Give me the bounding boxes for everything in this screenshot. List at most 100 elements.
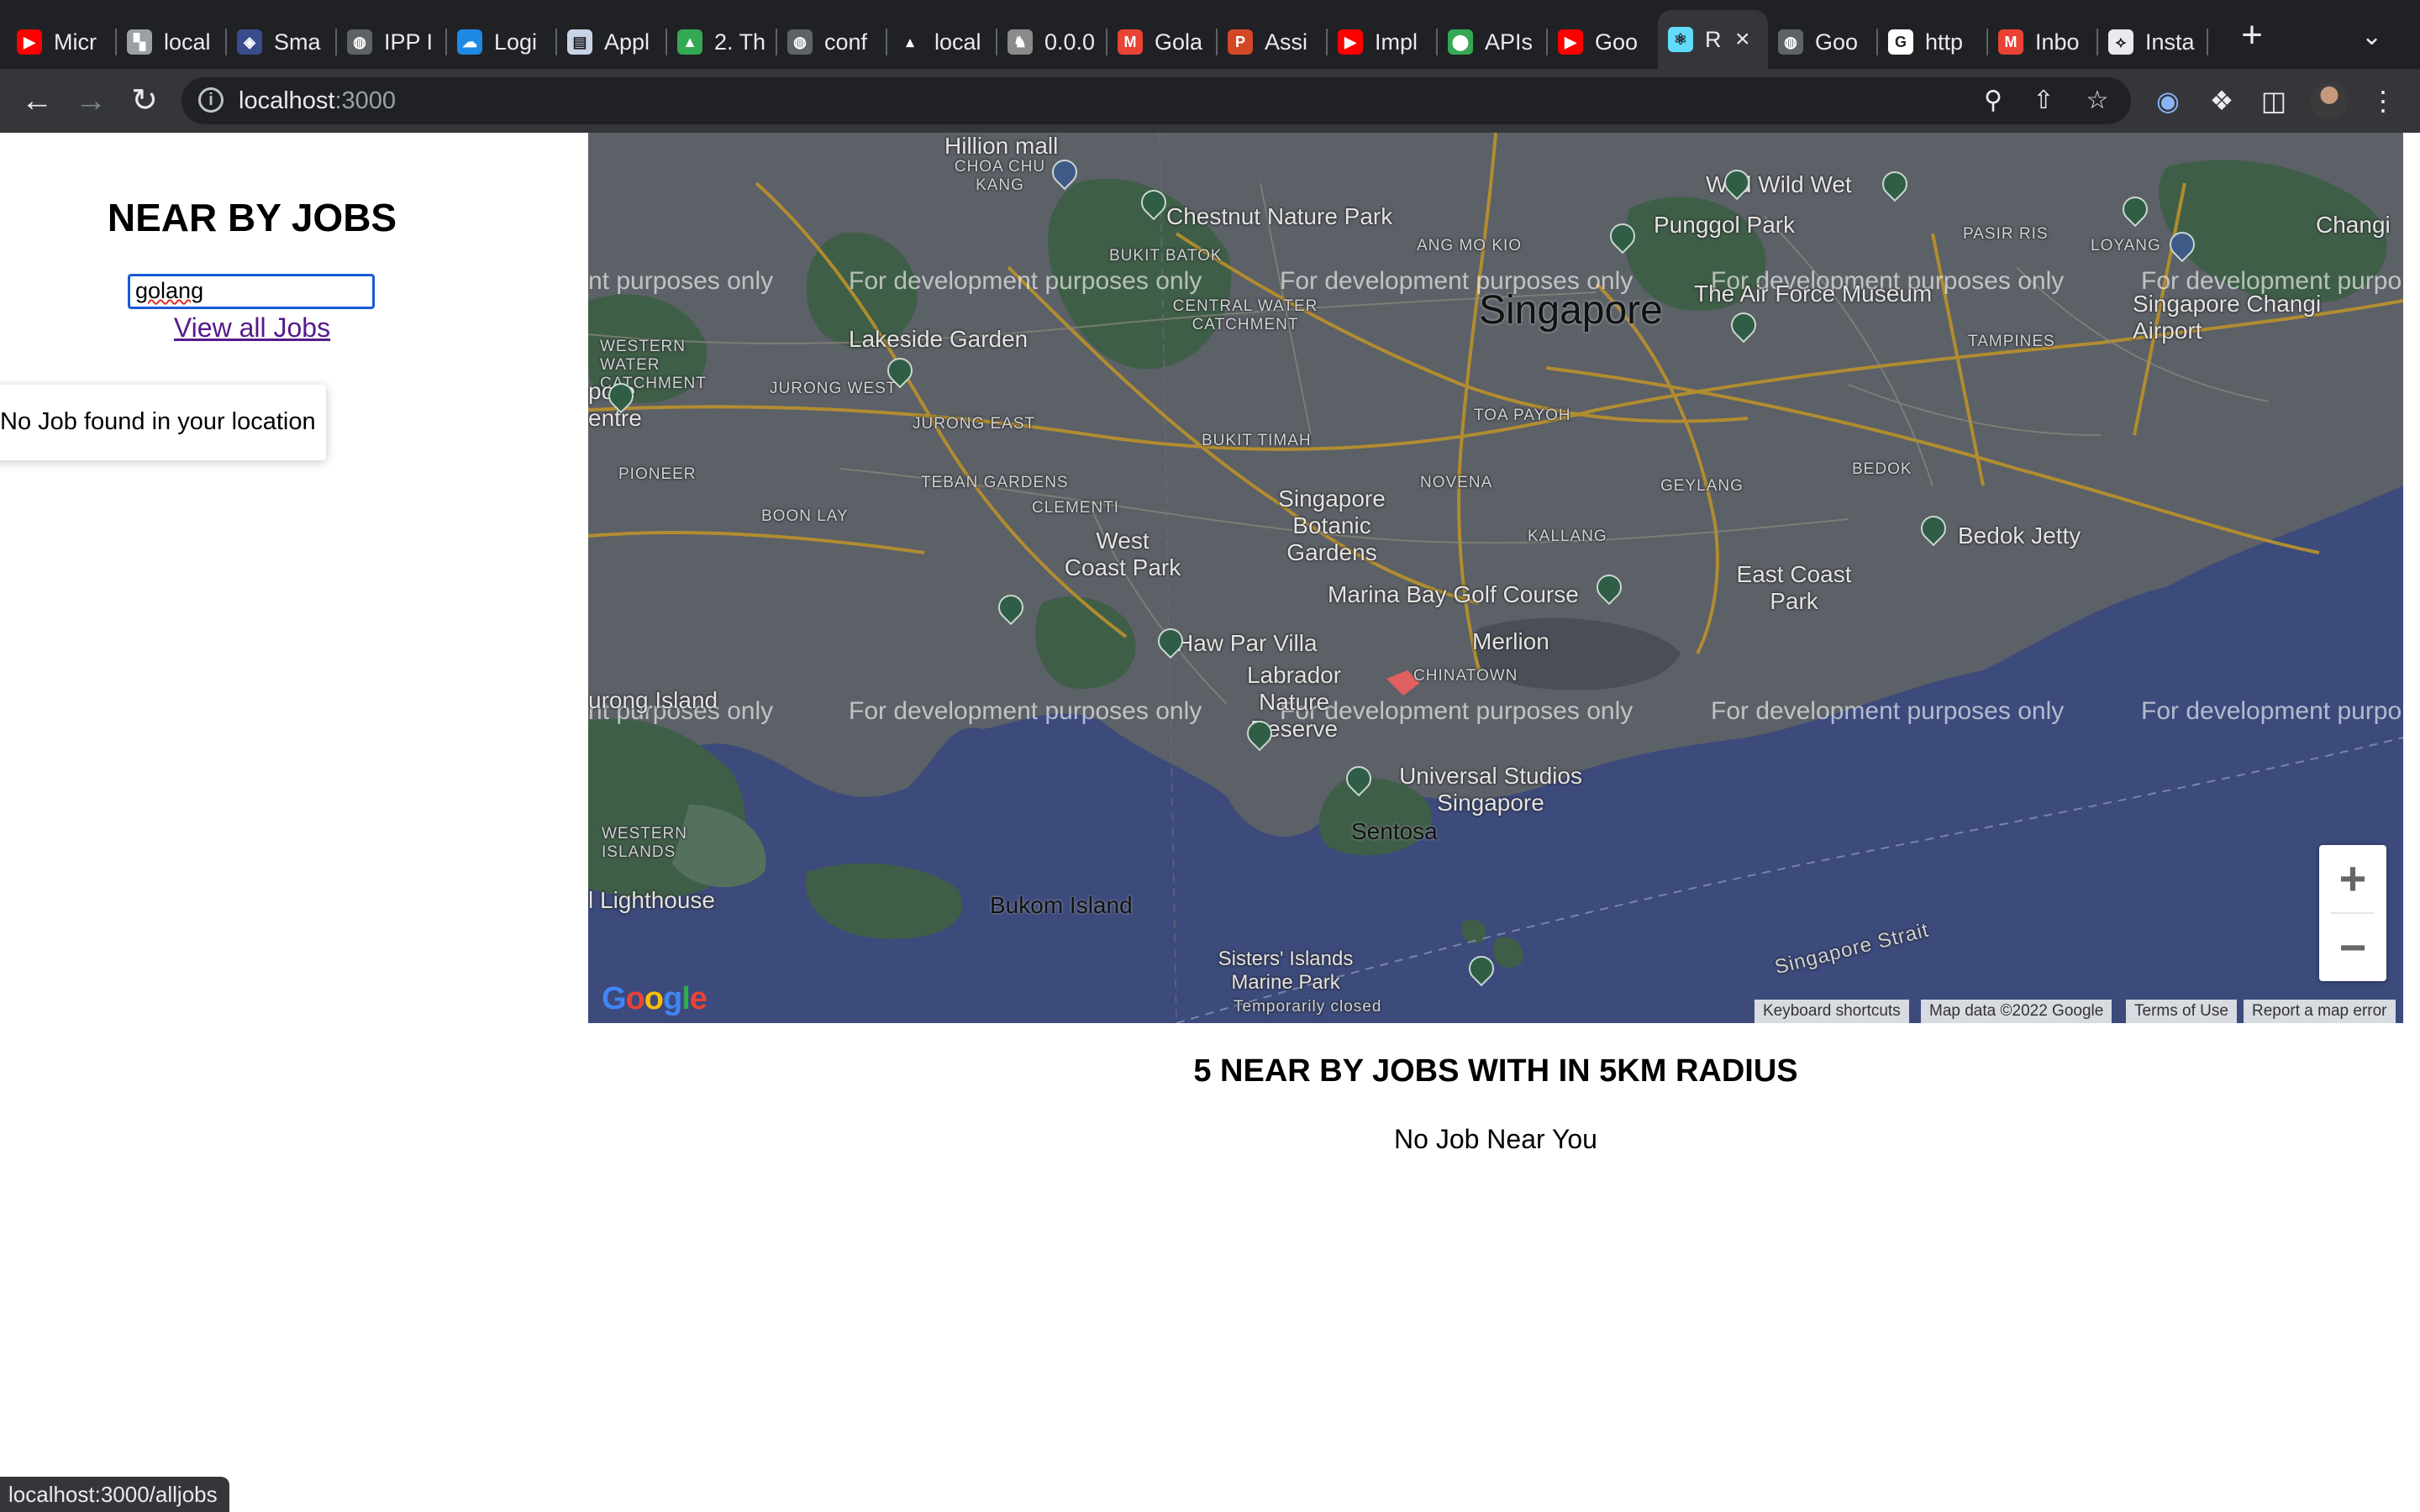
- reload-icon[interactable]: ↻: [124, 81, 165, 121]
- tab-title: R: [1705, 26, 1722, 52]
- browser-tab[interactable]: ▤ Appl: [557, 15, 667, 69]
- district-label: CHINATOWN: [1413, 667, 1518, 685]
- district-label: CHOA CHU KANG: [954, 158, 1046, 194]
- tab-title: Assi: [1265, 29, 1308, 55]
- district-label: TOA PAYOH: [1474, 407, 1571, 424]
- tab-title: 2. Th: [714, 29, 766, 55]
- tab-favicon-icon: ◍: [347, 29, 372, 55]
- district-label: BUKIT TIMAH: [1202, 432, 1312, 449]
- tab-title: IPP I: [384, 29, 434, 55]
- map-label-lighthouse: l Lighthouse: [588, 887, 716, 913]
- zoom-in-button[interactable]: +: [2319, 845, 2386, 912]
- address-bar[interactable]: i localhost:3000 ⚲ ⇧ ☆: [182, 77, 2131, 124]
- address-url[interactable]: localhost:3000: [239, 87, 396, 115]
- map-label-merlion: Merlion: [1472, 628, 1549, 654]
- tab-title: Inbo: [2035, 29, 2080, 55]
- terms-of-use-link[interactable]: Terms of Use: [2126, 1000, 2237, 1023]
- profile-avatar[interactable]: [2311, 82, 2348, 119]
- map-label-air-force-museum: The Air Force Museum: [1694, 281, 1933, 307]
- new-tab-button[interactable]: +: [2235, 17, 2269, 54]
- tab-title: Insta: [2145, 29, 2195, 55]
- browser-tab[interactable]: P Assi: [1218, 15, 1328, 69]
- map-label-labrador: Labrador Nature Reserve: [1246, 662, 1342, 742]
- tab-favicon-icon: ⚛: [1668, 27, 1693, 52]
- tab-separator: [2207, 29, 2208, 55]
- zoom-out-button[interactable]: −: [2319, 914, 2386, 981]
- district-label: BOON LAY: [761, 507, 849, 525]
- district-label: NOVENA: [1420, 474, 1493, 491]
- browser-tab[interactable]: ▶ Impl: [1328, 15, 1438, 69]
- tab-title: Sma: [274, 29, 321, 55]
- tab-title: APIs: [1485, 29, 1534, 55]
- map-label-jurong-island: urong Island: [588, 687, 718, 713]
- browser-tab[interactable]: ▶ Goo: [1548, 15, 1658, 69]
- map-label-haw-par-villa: Haw Par Villa: [1176, 630, 1318, 656]
- more-menu-icon[interactable]: ⋮: [2366, 84, 2400, 118]
- browser-tab[interactable]: ◍ IPP I: [337, 15, 447, 69]
- browser-tab[interactable]: ◍ conf: [777, 15, 887, 69]
- site-info-icon[interactable]: i: [198, 87, 224, 113]
- browser-tab[interactable]: ◈ Sma: [227, 15, 337, 69]
- map-label-universal-studios: Universal Studios Singapore: [1399, 763, 1582, 816]
- map-label-temporarily-closed: Temporarily closed: [1234, 998, 1382, 1016]
- forward-arrow-icon[interactable]: →: [71, 81, 111, 121]
- tab-favicon-icon: ▶: [1338, 29, 1363, 55]
- district-label: WESTERN ISLANDS: [602, 825, 687, 861]
- tab-favicon-icon: ▴: [897, 29, 923, 55]
- browser-tab[interactable]: Ghttp: [1878, 15, 1988, 69]
- location-pin-icon[interactable]: ⚲: [1978, 86, 2008, 116]
- browser-tab[interactable]: ⚛ R ×: [1658, 10, 1768, 69]
- browser-tab[interactable]: ⟡ Insta: [2098, 15, 2208, 69]
- tab-favicon-icon: ▲: [677, 29, 702, 55]
- share-icon[interactable]: ⇧: [2028, 86, 2059, 116]
- job-search-input[interactable]: golang: [128, 274, 375, 309]
- browser-tab[interactable]: ⬤ APIs: [1438, 15, 1548, 69]
- report-map-error-link[interactable]: Report a map error: [2244, 1000, 2396, 1023]
- map-label-changi-airport: Singapore Changi Airport: [2133, 291, 2322, 344]
- back-arrow-icon[interactable]: ←: [17, 81, 57, 121]
- dev-watermark: For development purpo: [2141, 697, 2402, 725]
- browser-tab[interactable]: M Gola: [1107, 15, 1218, 69]
- side-panel-icon[interactable]: ◫: [2257, 84, 2291, 118]
- no-results-message: No Job Near You: [1394, 1124, 1597, 1154]
- map-label-sisters-islands: Sisters' Islands Marine Park: [1218, 948, 1354, 994]
- extension-icon[interactable]: ◉: [2151, 84, 2185, 118]
- district-label: JURONG EAST: [913, 415, 1036, 433]
- district-label: BEDOK: [1852, 460, 1912, 478]
- browser-tab[interactable]: ◍ Goo: [1768, 15, 1878, 69]
- google-logo[interactable]: Google: [602, 981, 708, 1017]
- browser-window: + ⌄ ▶ Micr ▚ local ◈ Sma ◍ IPP I ☁ Logi ▤ Appl ▲ 2. T…: [0, 0, 2420, 1512]
- tab-search-icon[interactable]: ⌄: [2361, 22, 2382, 51]
- search-panel: NEAR BY JOBS golang View all Jobs No Job…: [0, 133, 588, 1015]
- tab-close-icon[interactable]: ×: [1735, 25, 1750, 54]
- district-label: LOYANG: [2091, 237, 2161, 255]
- browser-tab[interactable]: ▴ local: [887, 15, 997, 69]
- puzzle-extensions-icon[interactable]: ❖: [2205, 84, 2238, 118]
- browser-tab[interactable]: ▲ 2. Th: [667, 15, 777, 69]
- keyboard-shortcuts-link[interactable]: Keyboard shortcuts: [1754, 1000, 1909, 1023]
- tab-favicon-icon: ▚: [127, 29, 152, 55]
- map-label-sentosa: Sentosa: [1351, 818, 1438, 844]
- search-input-value: golang: [135, 278, 204, 303]
- browser-tab[interactable]: ▚ local: [117, 15, 227, 69]
- url-port: :3000: [334, 87, 397, 114]
- google-map[interactable]: nt purposes only For development purpose…: [588, 133, 2403, 1023]
- bookmark-star-icon[interactable]: ☆: [2082, 86, 2112, 116]
- district-label: TEBAN GARDENS: [921, 474, 1069, 491]
- browser-tab[interactable]: ▶ Micr: [7, 15, 117, 69]
- browser-tab[interactable]: M Inbo: [1988, 15, 2098, 69]
- page-content: NEAR BY JOBS golang View all Jobs No Job…: [0, 133, 2420, 1512]
- browser-tab[interactable]: ♞ 0.0.0: [997, 15, 1107, 69]
- no-job-card: No Job found in your location: [0, 385, 326, 460]
- view-all-jobs-link[interactable]: View all Jobs: [0, 312, 504, 344]
- dev-watermark: For development purposes only: [849, 697, 1202, 725]
- map-label-chestnut-nature-park: Chestnut Nature Park: [1166, 203, 1393, 229]
- browser-tab[interactable]: ☁ Logi: [447, 15, 557, 69]
- tab-title: Goo: [1595, 29, 1639, 55]
- map-label-east-coast-park: East Coast Park: [1736, 561, 1852, 614]
- tab-title: local: [164, 29, 211, 55]
- tab-title: Gola: [1155, 29, 1203, 55]
- tab-favicon-icon: ▤: [567, 29, 592, 55]
- district-label: KALLANG: [1528, 528, 1607, 545]
- zoom-control: + −: [2319, 845, 2386, 981]
